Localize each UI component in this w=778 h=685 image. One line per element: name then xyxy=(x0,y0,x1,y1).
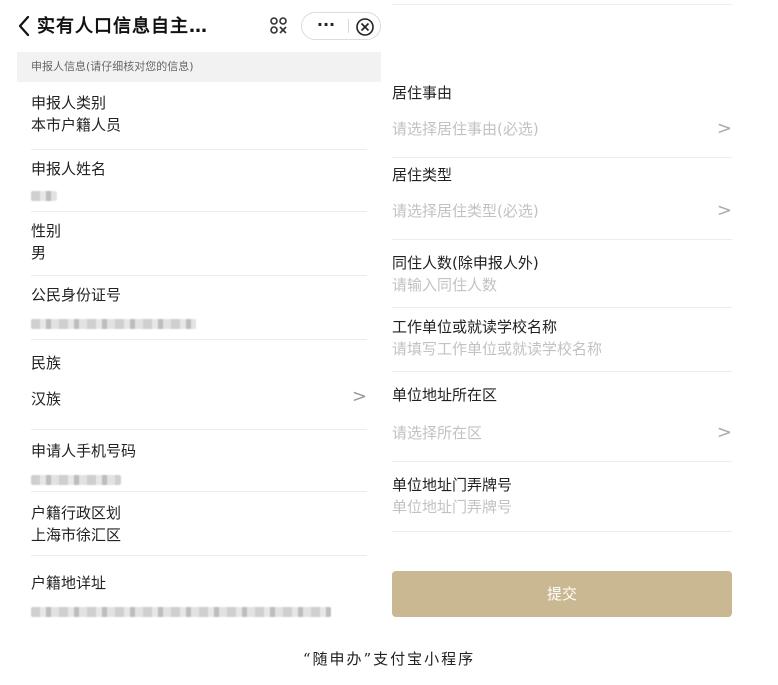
field-label: 单位地址所在区 xyxy=(392,386,498,404)
divider xyxy=(31,275,367,276)
field-value: 汉族 xyxy=(31,390,62,408)
field-employer-address[interactable]: 单位地址门弄牌号 单位地址门弄牌号 xyxy=(392,474,732,532)
employer-address-input[interactable]: 单位地址门弄牌号 xyxy=(392,496,732,518)
field-label: 申报人类别 xyxy=(31,94,107,112)
field-value: 男 xyxy=(31,244,47,262)
blurred-value xyxy=(31,186,381,205)
left-phone-screen: 实有人口信息自主… ··· 申报人信息(请仔细核对您的信息) 申报人类别 本市户… xyxy=(17,0,381,630)
field-label: 性别 xyxy=(31,222,62,240)
section-header: 申报人信息(请仔细核对您的信息) xyxy=(17,52,381,82)
redacted-name xyxy=(31,191,57,201)
submit-button[interactable]: 提交 xyxy=(392,571,732,617)
blurred-value xyxy=(31,470,381,489)
field-ethnicity[interactable]: 民族 汉族 > xyxy=(31,352,381,430)
field-label: 申报人姓名 xyxy=(31,160,107,178)
field-gender: 性别 男 xyxy=(31,220,381,276)
field-label: 居住事由 xyxy=(392,84,453,102)
redacted-id xyxy=(31,319,196,329)
cohabitant-count-input[interactable]: 请输入同住人数 xyxy=(392,274,732,296)
divider xyxy=(392,531,732,532)
chevron-right-icon: > xyxy=(716,118,732,139)
more-icon[interactable]: ··· xyxy=(308,13,344,39)
field-label: 申请人手机号码 xyxy=(31,442,137,460)
blurred-value xyxy=(31,314,381,333)
mini-program-icon[interactable] xyxy=(267,14,291,38)
field-placeholder: 请选择所在区 xyxy=(392,424,483,442)
field-phone: 申请人手机号码 xyxy=(31,440,381,492)
field-label: 户籍行政区划 xyxy=(31,504,122,522)
divider xyxy=(31,149,367,150)
field-label: 居住类型 xyxy=(392,166,453,184)
divider xyxy=(31,339,367,340)
field-label: 户籍地详址 xyxy=(31,574,107,592)
field-residence-type[interactable]: 居住类型 请选择居住类型(必选) > xyxy=(392,164,732,240)
field-placeholder: 请选择居住类型(必选) xyxy=(392,202,539,220)
field-household-address: 户籍地详址 xyxy=(31,572,381,624)
divider xyxy=(392,461,732,462)
field-cohabitant-count[interactable]: 同住人数(除申报人外) 请输入同住人数 xyxy=(392,252,732,308)
field-employer-school[interactable]: 工作单位或就读学校名称 请填写工作单位或就读学校名称 xyxy=(392,316,732,372)
chevron-right-icon: > xyxy=(351,386,367,407)
divider xyxy=(392,239,732,240)
redacted-address xyxy=(31,607,331,617)
field-residence-reason[interactable]: 居住事由 请选择居住事由(必选) > xyxy=(392,82,732,158)
field-label: 单位地址门弄牌号 xyxy=(392,476,513,494)
field-household-district: 户籍行政区划 上海市徐汇区 xyxy=(31,502,381,556)
blurred-value xyxy=(31,602,381,621)
divider xyxy=(392,157,732,158)
field-label: 同住人数(除申报人外) xyxy=(392,254,539,272)
chevron-right-icon: > xyxy=(716,200,732,221)
field-value: 上海市徐汇区 xyxy=(31,526,122,544)
divider xyxy=(31,555,367,556)
redacted-phone xyxy=(31,475,121,485)
field-value: 本市户籍人员 xyxy=(31,116,122,134)
field-label: 公民身份证号 xyxy=(31,286,122,304)
field-applicant-name: 申报人姓名 xyxy=(31,158,381,212)
capsule-menu: ··· xyxy=(301,12,381,40)
divider xyxy=(31,491,367,492)
close-icon[interactable] xyxy=(354,16,376,38)
title-bar: 实有人口信息自主… ··· xyxy=(17,0,381,52)
field-employer-district[interactable]: 单位地址所在区 请选择所在区 > xyxy=(392,384,732,462)
divider xyxy=(392,4,732,5)
field-id-number: 公民身份证号 xyxy=(31,284,381,340)
figure-caption: “随申办”支付宝小程序 xyxy=(302,650,476,668)
divider xyxy=(31,429,367,430)
divider xyxy=(392,371,732,372)
field-label: 民族 xyxy=(31,354,62,372)
capsule-divider xyxy=(348,19,349,33)
chevron-right-icon: > xyxy=(716,422,732,443)
divider xyxy=(31,211,367,212)
field-applicant-type: 申报人类别 本市户籍人员 xyxy=(31,92,381,150)
page-title: 实有人口信息自主… xyxy=(37,16,208,37)
divider xyxy=(392,307,732,308)
employer-school-input[interactable]: 请填写工作单位或就读学校名称 xyxy=(392,338,732,360)
field-label: 工作单位或就读学校名称 xyxy=(392,318,558,336)
back-icon[interactable] xyxy=(17,14,37,38)
right-phone-screen: 居住事由 请选择居住事由(必选) > 居住类型 请选择居住类型(必选) > 同住… xyxy=(380,0,738,630)
field-placeholder: 请选择居住事由(必选) xyxy=(392,120,539,138)
